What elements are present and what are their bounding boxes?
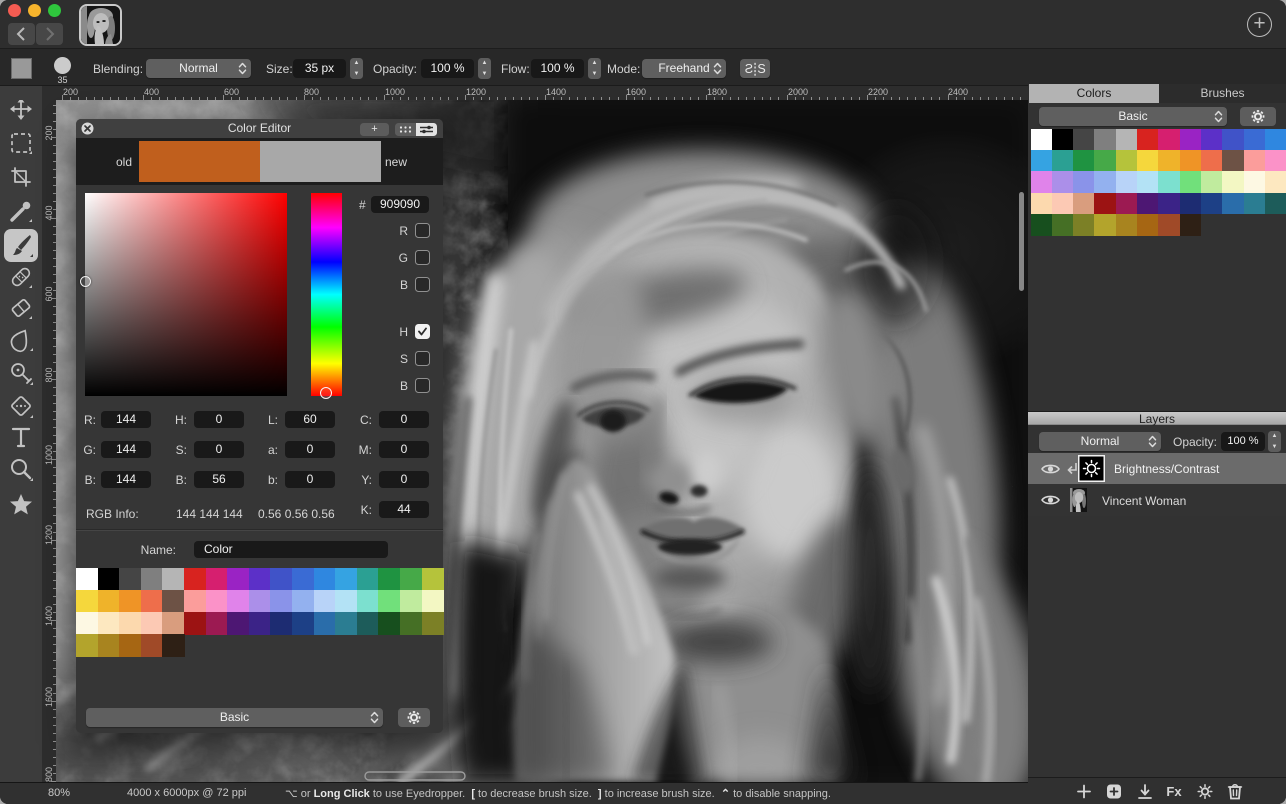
svg-text:S: S [757, 62, 765, 76]
svg-text:S: S [745, 62, 753, 76]
svg-text:Fx: Fx [1166, 784, 1182, 799]
